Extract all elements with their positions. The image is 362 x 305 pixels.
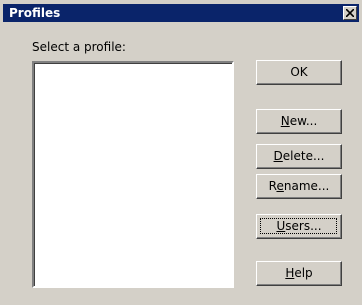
delete-button[interactable]: Delete... [256, 144, 342, 169]
users-button-label: sers... [285, 219, 322, 233]
delete-button-mnemonic: D [273, 149, 283, 163]
help-button[interactable]: Help [256, 261, 342, 286]
ok-button-label: OK [290, 65, 308, 79]
users-button-mnemonic: U [276, 219, 286, 233]
window-title: Profiles [9, 6, 61, 20]
close-icon [346, 9, 354, 17]
profile-listbox[interactable] [32, 61, 234, 288]
help-button-mnemonic: H [285, 266, 295, 280]
rename-button[interactable]: Rename... [256, 174, 342, 199]
new-button-mnemonic: N [280, 114, 290, 128]
profiles-dialog: Profiles Select a profile: OK New... Del… [0, 0, 362, 305]
rename-button-label: name... [283, 179, 330, 193]
close-button[interactable] [343, 6, 357, 20]
select-profile-label: Select a profile: [32, 40, 126, 54]
rename-button-mnemonic: e [276, 179, 284, 193]
delete-button-label: elete... [282, 149, 325, 163]
new-button-label: ew... [289, 114, 318, 128]
title-bar[interactable]: Profiles [3, 4, 359, 22]
new-button[interactable]: New... [256, 109, 342, 134]
help-button-label: elp [294, 266, 313, 280]
users-button[interactable]: Users... [256, 214, 342, 239]
ok-button[interactable]: OK [256, 60, 342, 85]
